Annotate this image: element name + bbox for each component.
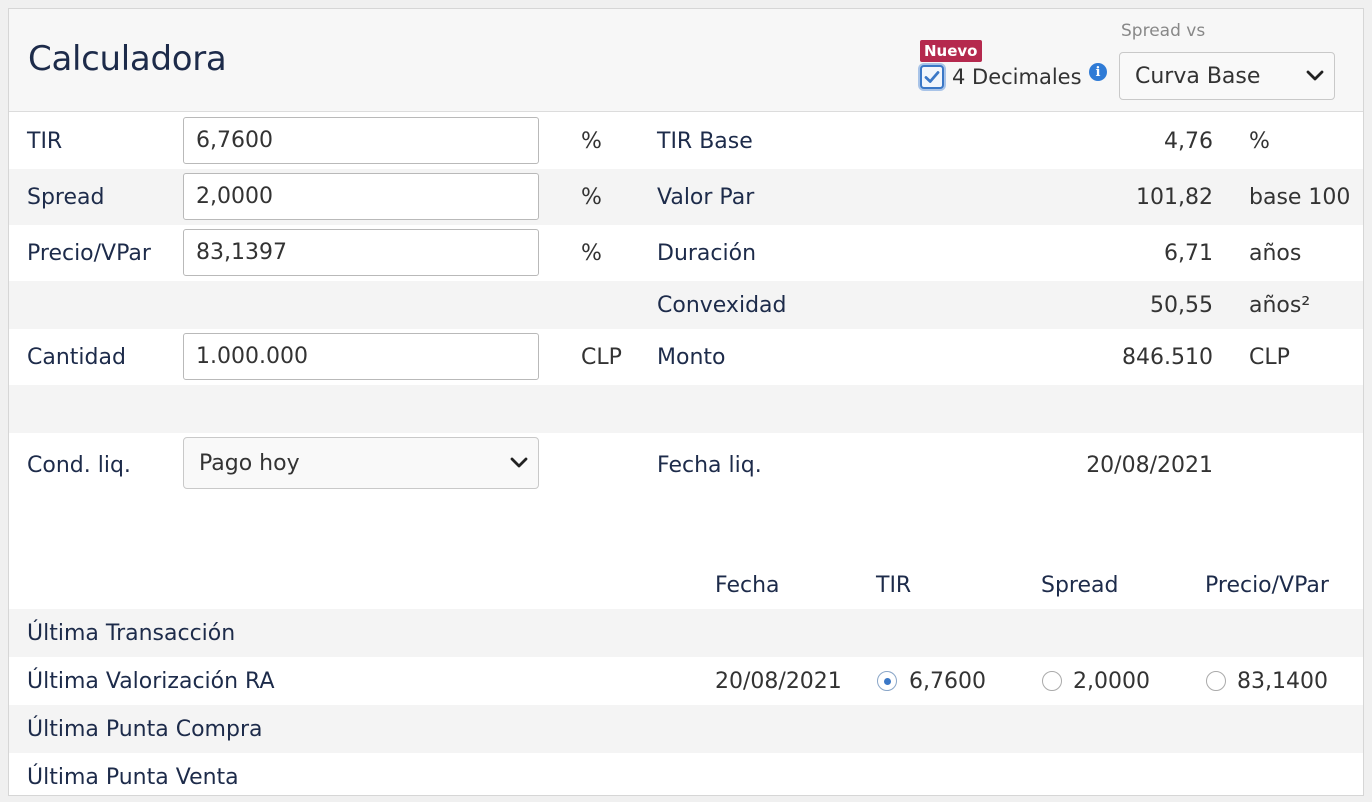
row-spacer <box>9 385 1363 433</box>
row-cond-liq: Cond. liq. Pago hoy Fecha liq. 20/08/202… <box>9 433 1363 497</box>
decimals-checkbox[interactable] <box>920 65 944 89</box>
spread-vs-select[interactable]: Curva Base <box>1119 52 1335 100</box>
col-spread: Spread <box>1041 573 1119 598</box>
checkmark-icon <box>924 71 940 83</box>
tir-input[interactable]: 6,7600 <box>183 117 539 164</box>
monto-unit: CLP <box>1249 345 1290 370</box>
convexidad-label: Convexidad <box>657 293 787 318</box>
row-cantidad: Cantidad 1.000.000 CLP Monto 846.510 CLP <box>9 329 1363 385</box>
row-convexidad: Convexidad 50,55 años² <box>9 281 1363 329</box>
info-icon[interactable]: i <box>1089 63 1107 81</box>
page-title: Calculadora <box>28 39 227 79</box>
spread-input[interactable]: 2,0000 <box>183 173 539 220</box>
duracion-value: 6,71 <box>1164 241 1213 266</box>
row-label: Última Valorización RA <box>27 669 275 694</box>
valor-par-value: 101,82 <box>1136 185 1213 210</box>
new-badge: Nuevo <box>920 40 982 62</box>
col-precio: Precio/VPar <box>1205 573 1329 598</box>
fecha-liq-label: Fecha liq. <box>657 453 762 478</box>
table-header: Fecha TIR Spread Precio/VPar <box>9 561 1363 609</box>
row-tir: 6,7600 <box>909 669 986 694</box>
cantidad-input[interactable]: 1.000.000 <box>183 333 539 380</box>
precio-input-value: 83,1397 <box>196 240 287 265</box>
tir-radio[interactable] <box>877 671 897 691</box>
cond-liq-select[interactable]: Pago hoy <box>183 437 539 489</box>
duracion-unit: años <box>1249 241 1302 266</box>
tir-unit: % <box>581 129 602 154</box>
row-label: Última Transacción <box>27 621 236 646</box>
table-row: Última Valorización RA 20/08/2021 6,7600… <box>9 657 1363 705</box>
precio-label: Precio/VPar <box>27 241 151 266</box>
cond-liq-value: Pago hoy <box>199 450 300 476</box>
row-label: Última Punta Compra <box>27 717 263 742</box>
row-precio: Precio/VPar 83,1397 % Duración 6,71 años <box>9 225 1363 281</box>
chevron-down-icon <box>510 457 528 468</box>
fecha-liq-value: 20/08/2021 <box>1086 453 1213 478</box>
tir-label: TIR <box>27 129 63 154</box>
row-fecha: 20/08/2021 <box>715 669 842 694</box>
calculator-panel: Calculadora Nuevo 4 Decimales i Spread v… <box>8 8 1364 796</box>
spread-unit: % <box>581 185 602 210</box>
spread-vs-label: Spread vs <box>1121 21 1206 41</box>
cantidad-label: Cantidad <box>27 345 126 370</box>
cantidad-input-value: 1.000.000 <box>196 344 308 369</box>
table-row: Última Punta Venta <box>9 753 1363 795</box>
table-row: Última Punta Compra <box>9 705 1363 753</box>
cantidad-unit: CLP <box>581 345 622 370</box>
spread-vs-value: Curva Base <box>1135 63 1261 89</box>
tir-input-value: 6,7600 <box>196 128 273 153</box>
precio-radio[interactable] <box>1206 671 1226 691</box>
decimals-label[interactable]: 4 Decimales <box>952 65 1082 89</box>
spread-input-value: 2,0000 <box>196 184 273 209</box>
convexidad-unit: años² <box>1249 293 1311 318</box>
row-precio: 83,1400 <box>1237 669 1328 694</box>
tir-base-unit: % <box>1249 129 1270 154</box>
row-spread: Spread 2,0000 % Valor Par 101,82 base 10… <box>9 169 1363 225</box>
row-spread: 2,0000 <box>1073 669 1150 694</box>
tir-base-label: TIR Base <box>657 129 753 154</box>
row-label: Última Punta Venta <box>27 765 239 790</box>
monto-label: Monto <box>657 345 726 370</box>
spread-label: Spread <box>27 185 105 210</box>
duracion-label: Duración <box>657 241 757 266</box>
table-row: Última Transacción <box>9 609 1363 657</box>
panel-header: Calculadora Nuevo 4 Decimales i Spread v… <box>9 9 1363 112</box>
monto-value: 846.510 <box>1122 345 1213 370</box>
valor-par-label: Valor Par <box>657 185 755 210</box>
cond-liq-label: Cond. liq. <box>27 453 131 478</box>
col-fecha: Fecha <box>715 573 780 598</box>
convexidad-value: 50,55 <box>1150 293 1213 318</box>
row-tir: TIR 6,7600 % TIR Base 4,76 % <box>9 113 1363 169</box>
col-tir: TIR <box>876 573 912 598</box>
precio-input[interactable]: 83,1397 <box>183 229 539 276</box>
precio-unit: % <box>581 241 602 266</box>
spread-radio[interactable] <box>1042 671 1062 691</box>
chevron-down-icon <box>1306 70 1324 81</box>
tir-base-value: 4,76 <box>1164 129 1213 154</box>
valor-par-unit: base 100 <box>1249 185 1351 210</box>
